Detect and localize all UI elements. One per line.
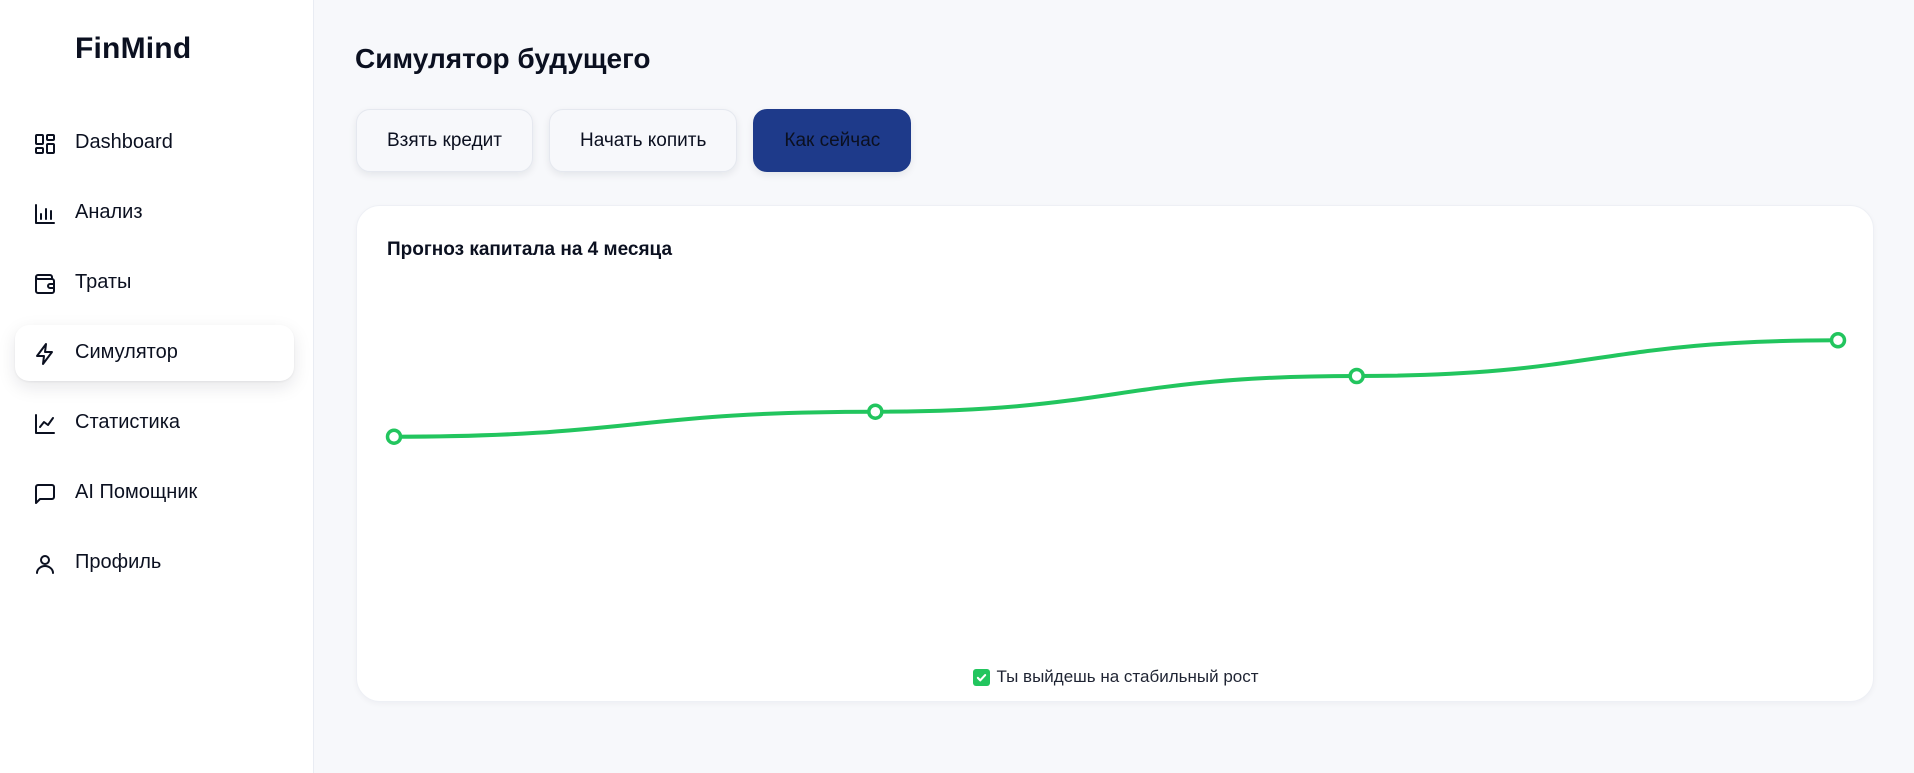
forecast-chart [385, 332, 1847, 445]
chart-note: Ты выйдешь на стабильный рост [357, 667, 1875, 687]
sidebar-nav: Dashboard Анализ Траты Симулятор Статист… [15, 115, 294, 605]
sidebar-item-ai-assistant[interactable]: AI Помощник [15, 465, 294, 521]
sidebar-item-label: AI Помощник [75, 481, 198, 503]
sidebar-item-label: Dashboard [75, 131, 173, 153]
sidebar-item-profile[interactable]: Профиль [15, 535, 294, 591]
line-chart-icon [33, 412, 57, 436]
series-line [392, 338, 1840, 439]
user-icon [33, 552, 57, 576]
sidebar-item-label: Профиль [75, 551, 162, 573]
bar-chart-icon [33, 202, 57, 226]
chat-icon [33, 482, 57, 506]
sidebar-item-analysis[interactable]: Анализ [15, 185, 294, 241]
data-point[interactable] [1348, 367, 1365, 385]
sidebar-item-label: Статистика [75, 411, 181, 433]
sidebar-item-label: Траты [75, 271, 132, 293]
sidebar-item-label: Анализ [75, 201, 143, 223]
sidebar-item-simulator[interactable]: Симулятор [15, 325, 294, 381]
sidebar-item-label: Симулятор [75, 341, 178, 363]
dashboard-icon [33, 132, 57, 156]
chart-title: Прогноз капитала на 4 месяца [387, 239, 673, 260]
chart-note-text: Ты выйдешь на стабильный рост [996, 667, 1259, 686]
scenario-buttons: Взять кредит Начать копить Как сейчас [356, 109, 912, 172]
data-point[interactable] [385, 428, 403, 445]
brand-logo[interactable]: FinMind [75, 32, 191, 66]
as-now-button[interactable]: Как сейчас [753, 109, 912, 172]
sidebar-item-expenses[interactable]: Траты [15, 255, 294, 311]
sidebar-item-dashboard[interactable]: Dashboard [15, 115, 294, 171]
app-window: FinMind Dashboard Анализ Траты Симулятор… [0, 0, 1914, 773]
sidebar-item-statistics[interactable]: Статистика [15, 395, 294, 451]
page-title: Симулятор будущего [355, 43, 651, 74]
wallet-icon [33, 272, 57, 296]
start-saving-button[interactable]: Начать копить [548, 109, 738, 172]
take-loan-button[interactable]: Взять кредит [356, 109, 533, 172]
check-icon [973, 668, 991, 686]
data-point[interactable] [1829, 332, 1847, 349]
data-point[interactable] [867, 403, 884, 420]
lightning-icon [33, 342, 57, 366]
sidebar: FinMind Dashboard Анализ Траты Симулятор… [0, 0, 314, 773]
forecast-chart-card: Прогноз капитала на 4 месяца Ты выйдешь … [356, 205, 1874, 702]
